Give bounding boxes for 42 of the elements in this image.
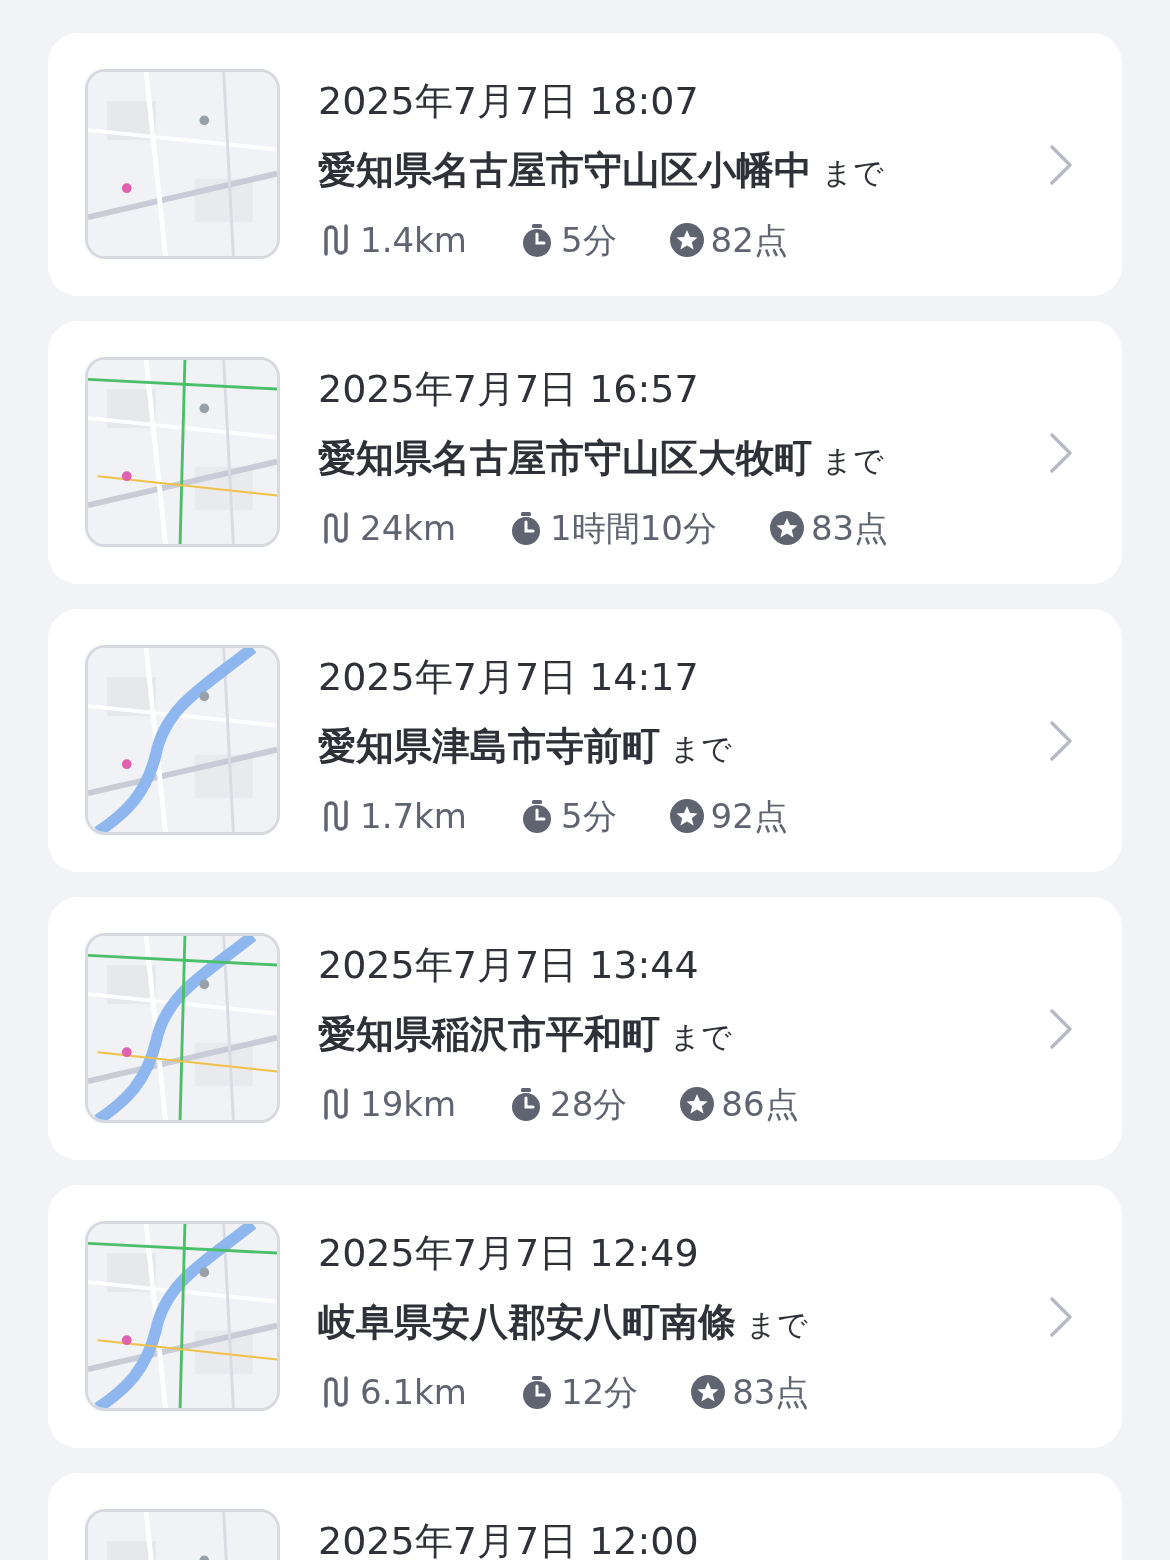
chevron-icon (1048, 430, 1074, 475)
distance: 1.4km (360, 219, 467, 262)
score: 82点 (710, 219, 788, 262)
score: 86点 (721, 1083, 799, 1126)
distance: 24km (360, 507, 457, 550)
destination: 岐阜県安八郡安八町南條 (318, 1299, 736, 1346)
trip-card[interactable]: 2025年7月7日 13:44 愛知県稲沢市平和町 まで 19km 28分 86点 (48, 897, 1122, 1160)
destination: 愛知県津島市寺前町 (318, 723, 660, 770)
duration: 5分 (560, 219, 617, 262)
trip-date: 2025年7月7日 13:44 (318, 942, 700, 989)
destination-suffix: まで (822, 154, 884, 192)
chevron-icon (1048, 142, 1074, 187)
chevron-icon (1048, 1294, 1074, 1339)
destination-suffix: まで (746, 1306, 808, 1344)
chevron-icon (1048, 718, 1074, 763)
trip-date: 2025年7月7日 12:00 (318, 1518, 700, 1560)
score: 92点 (710, 795, 788, 838)
trip-date: 2025年7月7日 12:49 (318, 1230, 700, 1277)
destination-suffix: まで (822, 442, 884, 480)
trip-card[interactable]: 2025年7月7日 16:57 愛知県名古屋市守山区大牧町 まで 24km 1時間10分 83点 (48, 321, 1122, 584)
duration: 12分 (560, 1371, 639, 1414)
trip-card[interactable]: 2025年7月7日 14:17 愛知県津島市寺前町 まで 1.7km 5分 92点 (48, 609, 1122, 872)
destination-suffix: まで (670, 1018, 732, 1056)
trip-date: 2025年7月7日 18:07 (318, 78, 700, 125)
trip-card[interactable]: 2025年7月7日 18:07 愛知県名古屋市守山区小幡中 まで 1.4km 5分 82点 (48, 33, 1122, 296)
destination: 愛知県名古屋市守山区小幡中 (318, 147, 812, 194)
distance: 6.1km (360, 1371, 467, 1414)
trip-date: 2025年7月7日 14:17 (318, 654, 700, 701)
score: 83点 (811, 507, 889, 550)
destination-suffix: まで (670, 730, 732, 768)
duration: 28分 (550, 1083, 628, 1126)
duration: 5分 (560, 795, 617, 838)
destination: 愛知県稲沢市平和町 (318, 1011, 660, 1058)
duration: 1時間10分 (550, 507, 717, 550)
distance: 19km (360, 1083, 457, 1126)
trip-card[interactable]: 2025年7月7日 12:49 岐阜県安八郡安八町南條 まで 6.1km 12分 83点 (48, 1185, 1122, 1448)
trip-date: 2025年7月7日 16:57 (318, 366, 700, 413)
score: 83点 (732, 1371, 810, 1414)
trip-card[interactable]: 2025年7月7日 12:00 (48, 1473, 1122, 1560)
destination: 愛知県名古屋市守山区大牧町 (318, 435, 812, 482)
distance: 1.7km (360, 795, 467, 838)
chevron-icon (1048, 1006, 1074, 1051)
